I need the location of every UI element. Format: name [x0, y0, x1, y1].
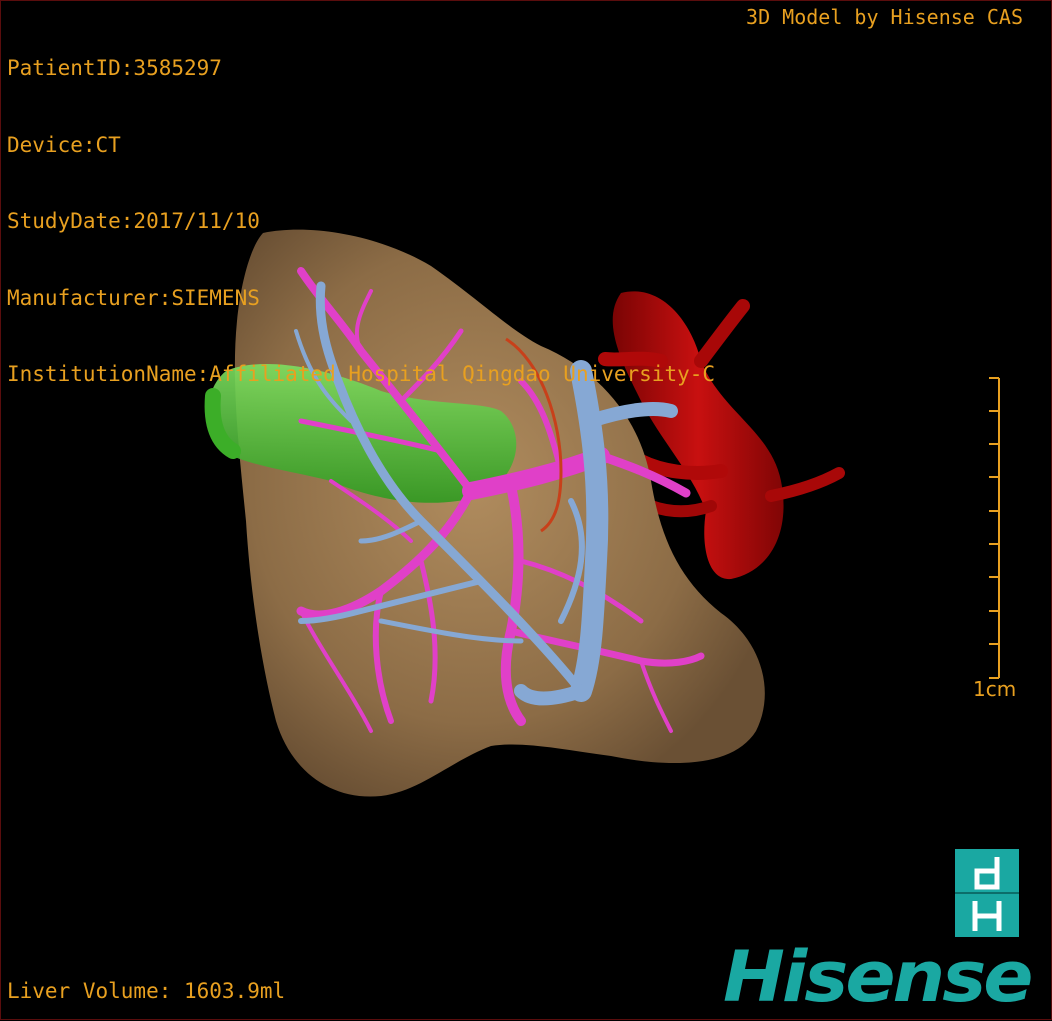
liver-volume: Liver Volume: 1603.9ml: [7, 979, 286, 1003]
hisense-logo: Hisense: [723, 936, 1033, 1018]
scale-bar-label: 1cm: [973, 677, 1017, 701]
scale-bar: [989, 377, 1000, 679]
dh-logo-icon: [955, 849, 1019, 937]
patient-id: PatientID:3585297: [7, 56, 222, 80]
device: Device:CT: [7, 132, 121, 157]
3d-viewport[interactable]: PatientID:3585297 Device:CT StudyDate:20…: [0, 0, 1052, 1020]
dicom-info-overlay: PatientID:3585297 Device:CT StudyDate:20…: [7, 5, 715, 439]
manufacturer: Manufacturer:SIEMENS: [7, 285, 260, 310]
model-credit: 3D Model by Hisense CAS: [746, 5, 1023, 29]
institution-name: InstitutionName:Affiliated Hospital Qing…: [7, 362, 716, 386]
study-date: StudyDate:2017/11/10: [7, 209, 260, 233]
